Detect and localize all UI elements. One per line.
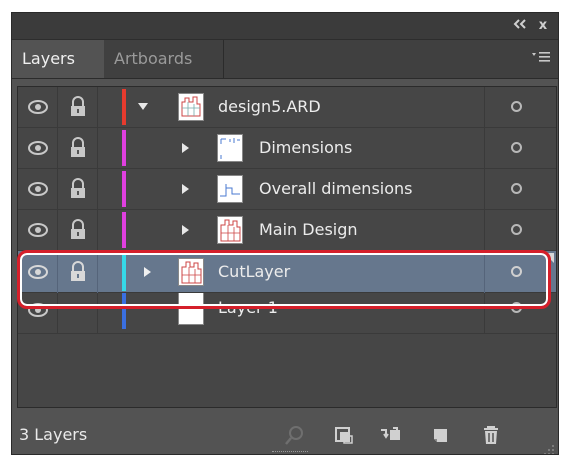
lock-icon — [71, 261, 85, 281]
delete-layer-icon[interactable] — [480, 424, 502, 446]
lock-icon — [71, 219, 85, 239]
layer-row[interactable]: Overall dimensions — [18, 169, 556, 210]
visibility-toggle[interactable] — [18, 251, 58, 293]
selection-corner-indicator — [544, 253, 554, 263]
layer-thumbnail — [178, 93, 204, 121]
panel-bottom-drag-handle[interactable] — [272, 451, 308, 454]
visibility-toggle[interactable] — [18, 293, 58, 333]
create-new-layer-icon[interactable] — [430, 424, 452, 446]
double-left-arrow-icon[interactable] — [510, 17, 530, 35]
layer-row-selected[interactable]: CutLayer — [18, 251, 556, 293]
panel-tabbar: Layers Artboards — [12, 40, 558, 79]
target-cell[interactable] — [484, 293, 556, 333]
layer-color-swatch — [122, 293, 126, 329]
layer-thumbnail — [217, 175, 243, 203]
lock-toggle[interactable] — [58, 87, 98, 127]
layer-name: Main Design — [259, 220, 358, 239]
visibility-toggle[interactable] — [18, 87, 58, 127]
make-clipping-mask-icon[interactable] — [333, 424, 355, 446]
layer-color-swatch — [122, 89, 126, 125]
visibility-toggle[interactable] — [18, 210, 58, 250]
layer-name: Layer 1 — [218, 298, 278, 317]
target-circle-icon — [511, 302, 522, 313]
lock-toggle[interactable] — [58, 210, 98, 250]
layer-row[interactable]: Main Design — [18, 210, 556, 251]
eye-icon — [28, 265, 48, 279]
layer-thumbnail — [178, 293, 204, 325]
close-icon[interactable]: x — [533, 17, 553, 35]
layer-row[interactable]: Layer 1 — [18, 293, 556, 334]
target-circle-icon — [511, 101, 522, 112]
lock-icon — [71, 137, 85, 157]
lock-toggle[interactable] — [58, 128, 98, 168]
target-circle-icon — [511, 183, 522, 194]
layers-list: design5.ARD Dimensions Overall dimension… — [17, 86, 557, 408]
lock-toggle[interactable] — [58, 293, 98, 333]
layer-color-swatch — [122, 253, 126, 291]
target-circle-icon — [511, 266, 522, 277]
layer-row[interactable]: design5.ARD — [18, 87, 556, 128]
target-cell[interactable] — [484, 128, 556, 168]
layer-thumbnail — [217, 134, 243, 162]
lock-icon — [71, 96, 85, 116]
panel-footer: 3 Layers — [12, 414, 558, 454]
layer-name: CutLayer — [218, 262, 291, 281]
locate-object-icon[interactable] — [284, 424, 306, 446]
lock-icon — [71, 178, 85, 198]
target-circle-icon — [511, 142, 522, 153]
target-circle-icon — [511, 224, 522, 235]
create-sublayer-icon[interactable] — [379, 424, 401, 446]
tab-layers[interactable]: Layers — [12, 40, 104, 78]
expand-right-arrow-icon[interactable] — [180, 128, 190, 168]
layer-row[interactable]: Dimensions — [18, 128, 556, 169]
layer-name: Dimensions — [259, 138, 353, 157]
lock-toggle[interactable] — [58, 169, 98, 209]
tab-artboards[interactable]: Artboards — [104, 40, 224, 78]
target-cell[interactable] — [484, 251, 556, 293]
lock-toggle[interactable] — [58, 251, 98, 293]
target-cell[interactable] — [484, 169, 556, 209]
layer-color-swatch — [122, 212, 126, 248]
layer-name: design5.ARD — [218, 97, 321, 116]
eye-icon — [28, 303, 48, 317]
target-cell[interactable] — [484, 210, 556, 250]
visibility-toggle[interactable] — [18, 128, 58, 168]
expand-down-arrow-icon[interactable] — [137, 87, 149, 127]
eye-icon — [28, 182, 48, 196]
expand-right-arrow-icon[interactable] — [180, 210, 190, 250]
layer-color-swatch — [122, 130, 126, 166]
layer-thumbnail — [178, 258, 204, 286]
visibility-toggle[interactable] — [18, 169, 58, 209]
target-cell[interactable] — [484, 87, 556, 127]
eye-icon — [28, 100, 48, 114]
layer-name: Overall dimensions — [259, 179, 413, 198]
layer-color-swatch — [122, 171, 126, 207]
eye-icon — [28, 223, 48, 237]
eye-icon — [28, 141, 48, 155]
layer-thumbnail — [217, 216, 243, 244]
expand-right-arrow-icon[interactable] — [180, 169, 190, 209]
layer-count-label: 3 Layers — [19, 425, 88, 444]
panel-menu-icon[interactable] — [530, 50, 552, 68]
layers-panel: x Layers Artboards design5.ARD Dimension… — [11, 12, 559, 455]
expand-right-arrow-icon[interactable] — [142, 251, 152, 293]
panel-titlebar: x — [12, 13, 558, 40]
resize-grip-icon[interactable] — [543, 442, 555, 454]
